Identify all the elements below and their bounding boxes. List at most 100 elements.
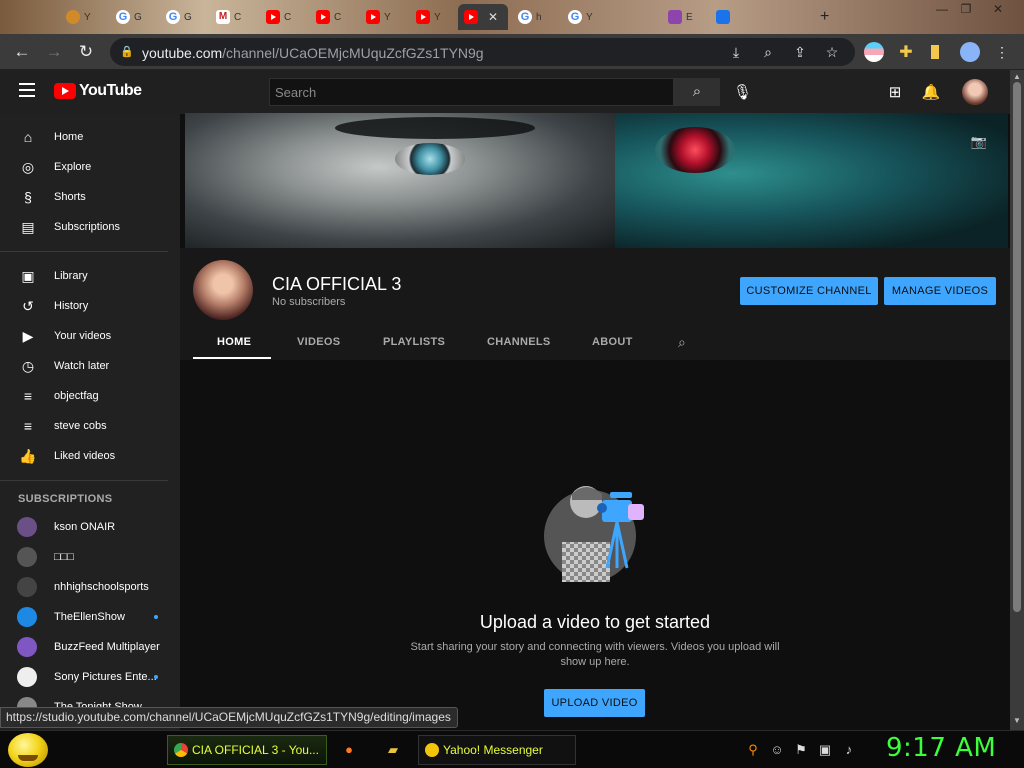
url-host: youtube.com xyxy=(142,45,223,61)
sidebar-item-label: objectfag xyxy=(54,390,99,402)
sidebar-item-home[interactable]: ⌂ Home xyxy=(0,122,180,152)
sidebar-item-liked-videos[interactable]: 👍 Liked videos xyxy=(0,441,180,471)
sidebar-item-playlist[interactable]: ≡ steve cobs xyxy=(0,411,180,441)
zoom-icon[interactable]: ⌕ xyxy=(760,44,776,60)
share-icon[interactable]: ⇪ xyxy=(792,44,808,60)
subscription-item[interactable]: TheEllenShow xyxy=(0,602,180,632)
forward-arrow-icon[interactable]: → xyxy=(44,42,64,62)
folder-icon[interactable]: ▰ xyxy=(384,741,402,759)
browser-tab[interactable]: Y xyxy=(410,4,460,30)
browser-tab[interactable]: C xyxy=(260,4,310,30)
tab-label: C xyxy=(234,11,242,23)
tab-about[interactable]: ABOUT xyxy=(592,336,633,348)
sidebar-item-your-videos[interactable]: ▶ Your videos xyxy=(0,321,180,351)
upload-video-button[interactable]: UPLOAD VIDEO xyxy=(544,689,645,717)
browser-tab[interactable]: E xyxy=(662,4,712,30)
browser-tab[interactable]: GG xyxy=(160,4,210,30)
subscription-item[interactable]: Sony Pictures Ente... xyxy=(0,662,180,692)
search-button[interactable]: ⌕ xyxy=(674,78,720,106)
sidepanel-icon[interactable] xyxy=(928,42,948,62)
empty-state-description: Start sharing your story and connecting … xyxy=(410,641,780,668)
minimize-icon[interactable]: — xyxy=(930,0,954,20)
url-text[interactable]: youtube.com/channel/UCaOEMjcMUquZcfGZs1T… xyxy=(142,45,484,61)
browser-tab[interactable]: Gh xyxy=(512,4,562,30)
reload-icon[interactable]: ↻ xyxy=(76,42,96,62)
sidebar-item-explore[interactable]: ◎ Explore xyxy=(0,152,180,182)
page-scrollbar[interactable]: ▲ ▼ xyxy=(1010,70,1024,730)
system-clock[interactable]: 9:17 AM xyxy=(886,733,996,763)
browser-tab[interactable]: GY xyxy=(562,4,612,30)
firefox-icon[interactable]: ● xyxy=(340,741,358,759)
create-video-icon[interactable]: ⊞ xyxy=(885,83,905,103)
browser-tab[interactable] xyxy=(710,4,760,30)
tab-label: G xyxy=(184,11,192,23)
back-arrow-icon[interactable]: ← xyxy=(12,42,32,62)
browser-tab[interactable]: Y xyxy=(360,4,410,30)
browser-tab[interactable]: C xyxy=(310,4,360,30)
tab-label: C xyxy=(284,11,292,23)
restore-icon[interactable]: ❐ xyxy=(954,0,978,20)
channel-avatar xyxy=(17,547,37,567)
microphone-icon[interactable]: 🎙 xyxy=(733,83,752,103)
lock-icon[interactable]: 🔒 xyxy=(119,44,135,60)
volume-tray-icon[interactable]: ♪ xyxy=(840,741,858,759)
address-bar[interactable]: 🔒 youtube.com/channel/UCaOEMjcMUquZcfGZs… xyxy=(110,38,855,66)
browser-tab-active[interactable]: ✕ xyxy=(458,4,508,30)
smiley-start-button[interactable] xyxy=(8,733,48,767)
tab-label: Y xyxy=(384,11,391,23)
subscription-item[interactable]: kson ONAIR xyxy=(0,512,180,542)
tab-playlists[interactable]: PLAYLISTS xyxy=(383,336,445,348)
manage-videos-button[interactable]: MANAGE VIDEOS xyxy=(884,277,996,305)
channel-avatar[interactable] xyxy=(193,260,253,320)
taskbar: CIA OFFICIAL 3 - You... ● ▰ Yahoo! Messe… xyxy=(0,730,1024,768)
flag-extension-icon[interactable] xyxy=(864,42,884,62)
sidebar-item-library[interactable]: ▣ Library xyxy=(0,261,180,291)
camera-icon[interactable]: 📷 xyxy=(970,134,988,149)
hamburger-menu-icon[interactable] xyxy=(19,83,35,97)
install-icon[interactable]: ⤓ xyxy=(728,44,744,60)
new-tab-button[interactable]: + xyxy=(814,4,838,30)
taskbar-yahoo-messenger[interactable]: Yahoo! Messenger xyxy=(418,735,576,765)
customize-channel-button[interactable]: CUSTOMIZE CHANNEL xyxy=(740,277,878,305)
network-tray-icon[interactable]: ▣ xyxy=(816,741,834,759)
sidebar-item-history[interactable]: ↺ History xyxy=(0,291,180,321)
taskbar-chrome-window[interactable]: CIA OFFICIAL 3 - You... xyxy=(167,735,327,765)
tab-videos[interactable]: VIDEOS xyxy=(297,336,340,348)
subscription-item[interactable]: BuzzFeed Multiplayer xyxy=(0,632,180,662)
bookmark-star-icon[interactable]: ☆ xyxy=(824,44,840,60)
notification-bell-icon[interactable]: 🔔 xyxy=(921,83,941,103)
tab-channels[interactable]: CHANNELS xyxy=(487,336,551,348)
sidebar-item-playlist[interactable]: ≡ objectfag xyxy=(0,381,180,411)
sidebar-item-shorts[interactable]: § Shorts xyxy=(0,182,180,212)
browser-tab[interactable]: GG xyxy=(110,4,160,30)
home-icon: ⌂ xyxy=(23,129,33,145)
tab-home[interactable]: HOME xyxy=(217,336,251,348)
scroll-up-arrow-icon[interactable]: ▲ xyxy=(1012,72,1022,81)
subscription-item[interactable]: □□□ xyxy=(0,542,180,572)
tab-close-icon[interactable]: ✕ xyxy=(488,10,498,24)
profile-icon[interactable] xyxy=(960,42,980,62)
sidebar-item-watch-later[interactable]: ◷ Watch later xyxy=(0,351,180,381)
channel-banner xyxy=(185,113,1008,248)
yahoo-smiley-icon xyxy=(425,743,439,757)
chrome-icon xyxy=(174,743,188,757)
scroll-down-arrow-icon[interactable]: ▼ xyxy=(1012,716,1022,725)
sidebar-item-subscriptions[interactable]: ▤ Subscriptions xyxy=(0,212,180,242)
emoticon-tray-icon[interactable]: ☺ xyxy=(768,741,786,759)
browser-tab[interactable]: Y xyxy=(60,4,110,30)
browser-tab[interactable]: MC xyxy=(210,4,260,30)
youtube-favicon-icon xyxy=(366,10,380,24)
flag-tray-icon[interactable]: ⚑ xyxy=(792,741,810,759)
scrollbar-thumb[interactable] xyxy=(1013,82,1021,612)
taskbar-item-label: Yahoo! Messenger xyxy=(443,743,543,757)
youtube-logo[interactable]: YouTube xyxy=(54,82,142,100)
kebab-menu-icon[interactable]: ⋮ xyxy=(992,42,1012,62)
sidebar-item-label: Library xyxy=(54,270,88,282)
puzzle-extension-icon[interactable]: ✚ xyxy=(896,42,916,62)
window-close-icon[interactable]: ✕ xyxy=(986,0,1010,20)
channel-search-icon[interactable]: ⌕ xyxy=(678,334,686,351)
search-key-icon[interactable]: ⚲ xyxy=(744,741,762,759)
subscription-item[interactable]: nhhighschoolsports xyxy=(0,572,180,602)
search-input[interactable]: Search xyxy=(269,78,674,106)
avatar[interactable] xyxy=(962,79,988,105)
